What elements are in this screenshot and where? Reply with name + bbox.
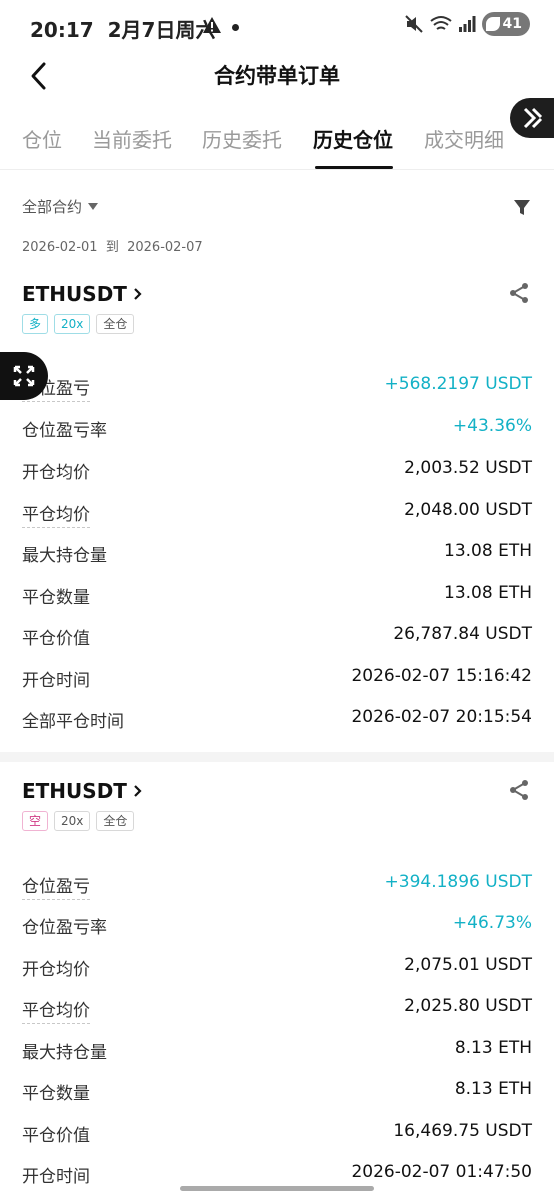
row-close-value: 平仓价值 26,787.84 USDT (22, 624, 532, 649)
caret-down-icon (88, 203, 99, 210)
contract-filter-label: 全部合约 (22, 198, 83, 216)
row-open-avg: 开仓均价 2,075.01 USDT (22, 955, 532, 980)
page-title: 合约带单订单 (214, 64, 340, 88)
position-tags: 多 20x 全仓 (22, 314, 135, 334)
row-open-time: 开仓时间 2026-02-07 15:16:42 (22, 666, 532, 691)
share-icon[interactable] (508, 282, 530, 304)
margin-mode-badge: 全仓 (96, 811, 135, 831)
mute-icon (404, 15, 423, 33)
filter-icon[interactable] (512, 198, 532, 218)
share-icon[interactable] (508, 779, 530, 801)
row-close-avg: 平仓均价 2,048.00 USDT (22, 500, 532, 530)
chevron-right-icon (134, 288, 142, 300)
warning-icon (203, 17, 221, 33)
row-pnl: 仓位盈亏 +394.1896 USDT (22, 872, 532, 902)
status-icons: 41 (404, 12, 530, 36)
leverage-badge: 20x (54, 811, 91, 831)
expand-icon (13, 365, 35, 387)
side-badge: 空 (22, 811, 49, 831)
tab-order-history[interactable]: 历史委托 (202, 124, 282, 153)
floating-expand-button[interactable] (0, 352, 48, 400)
row-max-size: 最大持仓量 13.08 ETH (22, 541, 532, 566)
symbol-link[interactable]: ETHUSDT (22, 282, 143, 306)
row-close-qty: 平仓数量 13.08 ETH (22, 583, 532, 608)
date-range[interactable]: 2026-02-01 到 2026-02-07 (22, 236, 203, 255)
tab-position-history[interactable]: 历史仓位 (313, 124, 393, 153)
margin-mode-badge: 全仓 (96, 314, 135, 334)
tab-open-orders[interactable]: 当前委托 (92, 124, 172, 153)
row-close-value: 平仓价值 16,469.75 USDT (22, 1121, 532, 1146)
row-close-avg: 平仓均价 2,025.80 USDT (22, 996, 532, 1026)
row-pnl-rate: 仓位盈亏率 +46.73% (22, 913, 532, 938)
nav-bar: 合约带单订单 (0, 48, 554, 138)
card-divider (0, 752, 554, 762)
side-badge: 多 (22, 314, 49, 334)
symbol-link[interactable]: ETHUSDT (22, 779, 143, 803)
contract-filter-dropdown[interactable]: 全部合约 (22, 196, 99, 217)
chevron-right-icon (134, 785, 142, 797)
tab-bar: 仓位 当前委托 历史委托 历史仓位 成交明细 (0, 118, 554, 170)
position-tags: 空 20x 全仓 (22, 811, 135, 831)
tab-trade-details[interactable]: 成交明细 (424, 124, 504, 153)
row-pnl: 仓位盈亏 +568.2197 USDT (22, 374, 532, 404)
active-tab-indicator (315, 166, 393, 169)
tab-positions[interactable]: 仓位 (22, 124, 62, 153)
row-max-size: 最大持仓量 8.13 ETH (22, 1038, 532, 1063)
leverage-badge: 20x (54, 314, 91, 334)
battery-indicator: 41 (481, 12, 530, 36)
row-pnl-rate: 仓位盈亏率 +43.36% (22, 416, 532, 441)
row-open-avg: 开仓均价 2,003.52 USDT (22, 458, 532, 483)
notification-dot (232, 24, 239, 31)
wifi-icon (429, 16, 452, 30)
battery-leaf-icon (485, 17, 500, 31)
filter-row: 全部合约 (22, 196, 532, 224)
row-close-time: 全部平仓时间 2026-02-07 20:15:54 (22, 707, 532, 732)
row-close-qty: 平仓数量 8.13 ETH (22, 1079, 532, 1104)
signal-icon (458, 16, 476, 32)
status-time: 20:17 2月7日周六 (30, 18, 216, 42)
home-indicator[interactable] (180, 1186, 374, 1191)
